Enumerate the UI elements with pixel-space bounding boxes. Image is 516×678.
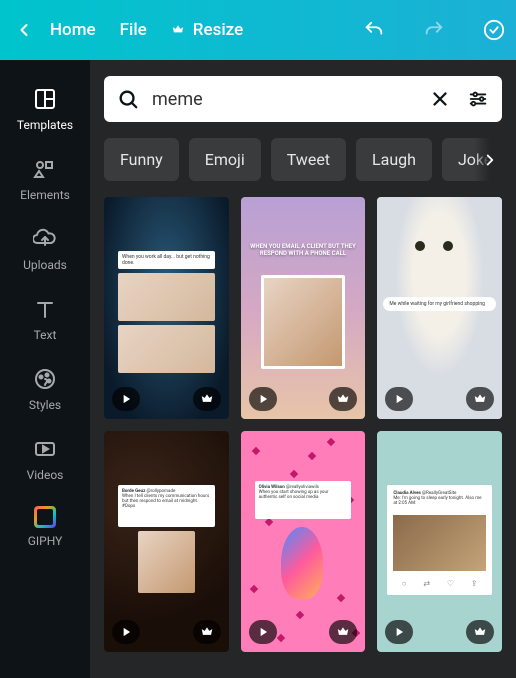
template-card[interactable]: Claudia Alves @ReallyGreatSite Me: I'm g… bbox=[377, 431, 502, 653]
meme-image-placeholder bbox=[118, 325, 215, 373]
pro-badge bbox=[193, 387, 221, 411]
crown-icon bbox=[336, 392, 350, 406]
sidebar-label: Elements bbox=[20, 188, 70, 202]
chips-scroll-right[interactable] bbox=[474, 138, 502, 181]
redo-icon bbox=[423, 19, 445, 41]
crown-icon bbox=[171, 23, 185, 37]
play-icon bbox=[256, 392, 270, 406]
text-icon bbox=[33, 297, 57, 321]
sidebar-label: Videos bbox=[27, 468, 64, 482]
tweet-text: When you start showing up as your authen… bbox=[259, 490, 329, 500]
templates-icon bbox=[33, 87, 57, 111]
sidebar-tab-templates[interactable]: Templates bbox=[0, 74, 90, 144]
meme-image-placeholder bbox=[118, 273, 215, 321]
template-card[interactable]: Borde Geuz @rollypomade When I tell clie… bbox=[104, 431, 229, 653]
sidebar-label: Text bbox=[34, 328, 57, 342]
home-label: Home bbox=[50, 20, 96, 40]
meme-tweet-box: Olivia Wilson @reallyoliviawils When you… bbox=[255, 481, 352, 519]
animated-badge bbox=[385, 620, 413, 644]
crown-icon bbox=[473, 625, 487, 639]
pro-badge bbox=[466, 620, 494, 644]
sidebar-label: Templates bbox=[17, 118, 73, 132]
elements-icon bbox=[33, 157, 57, 181]
resize-menu[interactable]: Resize bbox=[171, 20, 243, 40]
sidebar-label: Uploads bbox=[23, 258, 67, 272]
chip-tweet[interactable]: Tweet bbox=[271, 138, 346, 181]
play-icon bbox=[119, 625, 133, 639]
pro-badge bbox=[193, 620, 221, 644]
chevron-right-icon bbox=[481, 151, 499, 169]
sidebar-label: Styles bbox=[29, 398, 61, 412]
template-card[interactable]: WHEN YOU EMAIL A CLIENT BUT THEY RESPOND… bbox=[241, 197, 366, 419]
sidebar-tab-elements[interactable]: Elements bbox=[0, 144, 90, 214]
play-icon bbox=[392, 625, 406, 639]
pro-badge bbox=[329, 620, 357, 644]
play-icon bbox=[256, 625, 270, 639]
meme-caption: Me while waiting for my girlfriend shopp… bbox=[383, 297, 496, 311]
meme-image-placeholder bbox=[281, 527, 323, 599]
animated-badge bbox=[112, 387, 140, 411]
meme-image-placeholder bbox=[261, 275, 346, 369]
cloud-status-button[interactable] bbox=[476, 12, 512, 48]
crown-icon bbox=[200, 392, 214, 406]
undo-button[interactable] bbox=[356, 12, 392, 48]
chevron-left-icon bbox=[14, 20, 34, 40]
template-card[interactable]: Me while waiting for my girlfriend shopp… bbox=[377, 197, 502, 419]
giphy-icon bbox=[34, 506, 56, 528]
videos-icon bbox=[33, 437, 57, 461]
search-filters-button[interactable] bbox=[464, 85, 492, 113]
cloud-check-icon bbox=[483, 19, 505, 41]
meme-image-placeholder bbox=[393, 515, 486, 571]
search-bar bbox=[104, 76, 502, 122]
templates-grid: When you work all day... but get nothing… bbox=[104, 197, 502, 664]
sidebar-label: GIPHY bbox=[28, 534, 63, 548]
crown-icon bbox=[473, 392, 487, 406]
tweet-text: Me: I'm going to sleep early tonight. Al… bbox=[393, 496, 481, 506]
resize-label: Resize bbox=[193, 20, 243, 40]
chip-funny[interactable]: Funny bbox=[104, 138, 179, 181]
sidebar-tab-styles[interactable]: Styles bbox=[0, 354, 90, 424]
file-menu[interactable]: File bbox=[120, 20, 147, 40]
clear-search-button[interactable] bbox=[426, 85, 454, 113]
sidebar-tab-text[interactable]: Text bbox=[0, 284, 90, 354]
tweet-actions: ○⇄♡⇪ bbox=[393, 577, 486, 591]
crown-icon bbox=[336, 625, 350, 639]
animated-badge bbox=[249, 620, 277, 644]
template-card[interactable]: Olivia Wilson @reallyoliviawils When you… bbox=[241, 431, 366, 653]
chip-laugh[interactable]: Laugh bbox=[356, 138, 432, 181]
sidebar-tab-uploads[interactable]: Uploads bbox=[0, 214, 90, 284]
uploads-icon bbox=[33, 227, 57, 251]
sidebar-tab-videos[interactable]: Videos bbox=[0, 424, 90, 494]
sidebar: Templates Elements Uploads Text Styles V… bbox=[0, 60, 90, 678]
pro-badge bbox=[329, 387, 357, 411]
tweet-text: When I tell clients my communication hou… bbox=[122, 494, 209, 509]
animated-badge bbox=[385, 387, 413, 411]
meme-tweet-box: Claudia Alves @ReallyGreatSite Me: I'm g… bbox=[387, 485, 492, 595]
play-icon bbox=[119, 392, 133, 406]
search-icon bbox=[114, 85, 142, 113]
sidebar-tab-giphy[interactable]: GIPHY bbox=[0, 494, 90, 560]
filter-chips-row: Funny Emoji Tweet Laugh Joke bbox=[104, 138, 502, 181]
play-icon bbox=[392, 392, 406, 406]
close-icon bbox=[429, 88, 451, 110]
sliders-icon bbox=[467, 88, 489, 110]
meme-tweet-box: Borde Geuz @rollypomade When I tell clie… bbox=[118, 485, 215, 527]
meme-caption: WHEN YOU EMAIL A CLIENT BUT THEY RESPOND… bbox=[249, 243, 358, 257]
chip-emoji[interactable]: Emoji bbox=[189, 138, 261, 181]
undo-icon bbox=[363, 19, 385, 41]
animated-badge bbox=[249, 387, 277, 411]
meme-image-placeholder bbox=[138, 531, 195, 593]
crown-icon bbox=[200, 625, 214, 639]
search-input[interactable] bbox=[152, 89, 416, 110]
back-home-button[interactable]: Home bbox=[14, 20, 96, 40]
meme-caption: When you work all day... but get nothing… bbox=[118, 251, 215, 269]
template-card[interactable]: When you work all day... but get nothing… bbox=[104, 197, 229, 419]
styles-icon bbox=[33, 367, 57, 391]
redo-button[interactable] bbox=[416, 12, 452, 48]
pro-badge bbox=[466, 387, 494, 411]
animated-badge bbox=[112, 620, 140, 644]
